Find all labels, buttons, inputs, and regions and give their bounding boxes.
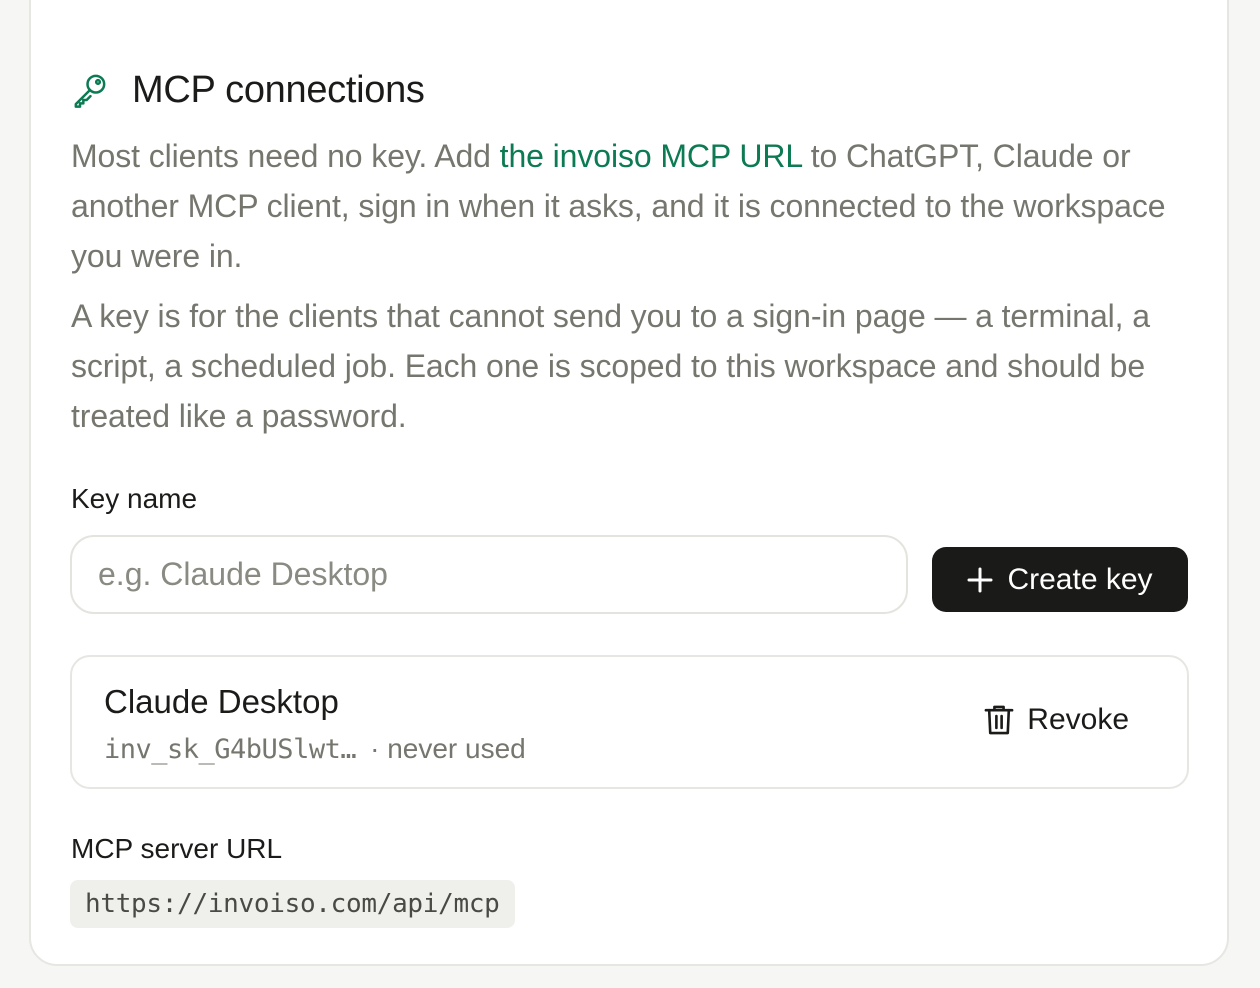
server-url-label: MCP server URL	[71, 833, 283, 864]
key-name: Claude Desktop	[104, 683, 339, 720]
section-title: MCP connections	[132, 68, 425, 111]
key-icon	[70, 70, 110, 110]
intro-text-before: Most clients need no key. Add	[71, 138, 500, 174]
create-key-label: Create key	[1007, 562, 1153, 596]
trash-icon	[983, 703, 1015, 737]
plus-icon	[967, 567, 993, 593]
server-url-value[interactable]: https://invoiso.com/api/mcp	[70, 880, 515, 928]
key-meta: inv_sk_G4bUSlwt… · never used	[104, 733, 526, 765]
intro-paragraph: Most clients need no key. Add the invois…	[71, 131, 1196, 281]
key-list-item: Claude Desktop inv_sk_G4bUSlwt… · never u…	[70, 655, 1189, 789]
revoke-key-button[interactable]: Revoke	[983, 703, 1129, 737]
key-explanation-paragraph: A key is for the clients that cannot sen…	[71, 298, 1150, 434]
revoke-label: Revoke	[1027, 703, 1129, 736]
key-name-input[interactable]	[70, 535, 908, 614]
key-name-label: Key name	[71, 483, 198, 514]
create-key-button[interactable]: Create key	[932, 547, 1188, 612]
key-usage-status: · never used	[370, 733, 526, 764]
mcp-url-link[interactable]: the invoiso MCP URL	[500, 138, 802, 174]
key-prefix: inv_sk_G4bUSlwt…	[104, 734, 357, 765]
section-header: MCP connections	[70, 68, 425, 112]
